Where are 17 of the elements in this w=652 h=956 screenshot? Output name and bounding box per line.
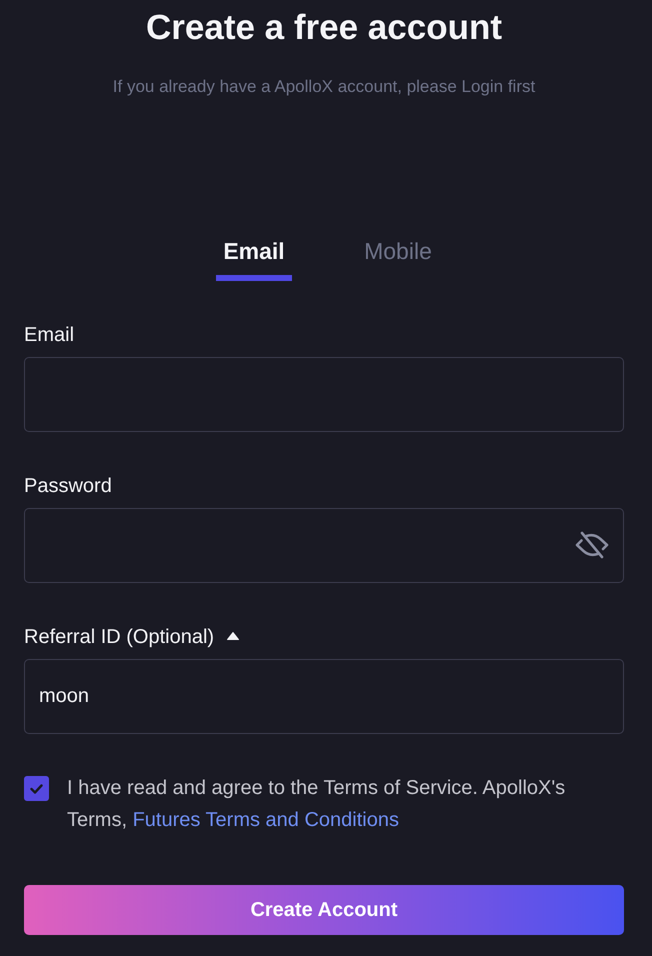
referral-toggle[interactable]: Referral ID (Optional) (24, 625, 214, 649)
tab[interactable]: Mobile (360, 236, 436, 281)
referral-field[interactable]: moon (24, 659, 624, 734)
eye-off-icon[interactable] (574, 530, 610, 560)
checkmark-icon (30, 784, 43, 794)
email-field[interactable] (24, 357, 624, 432)
caret-icon[interactable] (227, 632, 240, 640)
page-title: Create a free account (146, 7, 502, 49)
field-label: Password (24, 474, 112, 498)
tab[interactable]: Email (216, 236, 292, 281)
password-field[interactable] (24, 508, 624, 583)
create-account-button[interactable]: Create Account (24, 885, 624, 935)
field-label: Email (24, 323, 74, 347)
agree-checkbox[interactable] (24, 776, 49, 801)
agreement-text: I have read and agree to the Terms of Service. ApolloX's Terms, Futures Terms and Conditions (67, 776, 566, 833)
terms-link[interactable]: Futures Terms and Conditions (132, 809, 399, 831)
page-subtitle: If you already have a ApolloX account, please Login first (112, 76, 536, 98)
